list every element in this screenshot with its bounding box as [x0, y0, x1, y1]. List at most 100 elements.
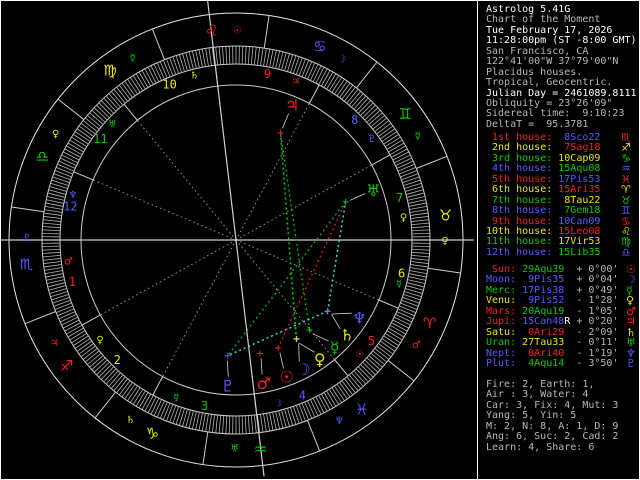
zodiac-sign-icon: ♒	[254, 441, 267, 459]
house-number: 9	[264, 67, 271, 81]
zodiac-sign-icon: ♉	[439, 207, 452, 225]
planet-row: Plut: 4Aqu14 - 3°50' ♇	[486, 356, 636, 370]
astrolog-window: ♈ ♂ ♉ ♀ ♊ ☿ ♋ ☽ ♌ ☉ ♍ ☿ ♎ ♀ ♏ ♇ ♐ ♃ ♑ ♄ ♒ ♅ ♓ ♆ 1 ♂ 2 ♀ 3 ☿ 4 ☽ 5 ☉ 6 ☿ 7 ♀ 8 ♇…	[0, 0, 640, 480]
sign-divider	[151, 28, 165, 60]
zodiac-sign-icon: ♊	[399, 105, 412, 123]
aspect-line	[327, 201, 347, 312]
glyph-connector	[282, 113, 290, 129]
house-ruler-icon: ♅	[108, 119, 117, 130]
planet-position-mark	[275, 345, 282, 352]
cusp-divider	[81, 314, 101, 326]
planet-position-mark	[306, 326, 313, 333]
glyph-connector	[350, 193, 366, 201]
glyph-connector	[331, 312, 352, 315]
cusp-divider	[334, 359, 349, 377]
house-number: 12	[63, 200, 77, 214]
glyph-connector	[260, 358, 263, 375]
zodiac-sign-icon: ♑	[146, 425, 159, 443]
sign-divider	[263, 15, 270, 49]
cusp-divider	[378, 299, 399, 309]
planet-glyph-icon: ☽	[296, 360, 310, 379]
planet-glyph-icon: ♄	[340, 325, 354, 344]
planet-position-mark	[257, 350, 264, 357]
zodiac-sign-icon: ♌	[205, 21, 218, 39]
zodiac-sign-icon: ♐	[60, 357, 73, 375]
glyph-connector	[299, 342, 315, 353]
house-row: 12th house: 15Lib35 ♎	[486, 245, 631, 259]
house-number: 1	[69, 275, 76, 289]
header-line: DeltaT = 95.3781	[486, 118, 589, 130]
element-stats: Fire: 2, Earth: 1, Air : 3, Water: 4 Car: …	[478, 379, 640, 453]
sign-divider	[416, 155, 448, 169]
sign-ruler-icon: ♀	[441, 236, 448, 247]
zodiac-sign-icon: ♋	[313, 37, 326, 55]
planet-icon: ♇	[626, 356, 636, 370]
house-cusp-line	[137, 120, 237, 241]
house-number: 7	[396, 191, 403, 205]
house-number: 11	[93, 132, 107, 146]
houses-list: 1st house: 8Sco22 ♏ 2nd house: 7Sag18 ♐ 3r…	[478, 132, 640, 259]
planet-position-mark	[293, 335, 300, 342]
house-ruler-icon: ☿	[396, 279, 402, 290]
house-number: 2	[114, 353, 121, 367]
planet-glyph-icon: ♀	[314, 350, 326, 369]
sign-divider	[307, 420, 321, 452]
house-number: 10	[162, 78, 176, 92]
planet-position-mark	[342, 198, 349, 205]
sign-ruler-icon: ♇	[23, 233, 32, 244]
zodiac-sign-icon: ♓	[355, 400, 368, 418]
sign-ruler-icon: ♂	[412, 340, 421, 351]
planet-glyph-icon: ♅	[366, 181, 380, 200]
house-cusp-line	[235, 239, 380, 301]
planet-glyph-icon: ♆	[352, 309, 366, 328]
sign-ruler-icon: ♀	[52, 129, 59, 140]
zodiac-sign-icon: ♍	[103, 62, 116, 80]
planet-glyph-icon: ♃	[285, 96, 299, 115]
house-cusp-line	[235, 239, 335, 360]
chart-wheel: ♈♂♉♀♊☿♋☽♌ ☉♍☿♎♀♏♇♐♃♑♄♒♅♓♆1♂2♀3☿ 4☽5☉6☿7♀8♇…	[0, 0, 474, 477]
house-ruler-icon: ♀	[96, 335, 103, 346]
sign-icon: ♎	[621, 245, 631, 259]
aspect-line	[279, 132, 298, 339]
sign-ruler-icon: ☽	[337, 54, 346, 65]
house-number: 5	[368, 334, 375, 348]
house-cusp-line	[100, 239, 237, 316]
sign-ruler-icon: ♄	[126, 415, 135, 426]
sign-divider	[57, 98, 85, 120]
sign-divider	[356, 61, 378, 89]
house-cusp-line	[92, 179, 237, 241]
sign-divider	[11, 206, 45, 213]
house-ruler-icon: ♂	[64, 257, 73, 268]
sign-divider	[24, 311, 56, 325]
chart-header: Astrolog 5.41G Chart of the Moment Tue Feb…	[478, 4, 640, 130]
glyph-connector	[226, 360, 229, 377]
planets-list: Sun: 29Aqu39 + 0°00' ☉ Moon: 9Pis35 + 0°04…	[478, 264, 640, 370]
house-ruler-icon: ♀	[400, 212, 407, 223]
sign-ruler-icon: ♃	[50, 338, 59, 349]
sign-divider	[202, 431, 209, 465]
zodiac-sign-icon: ♈	[423, 315, 436, 333]
info-panel: Astrolog 5.41G Chart of the Moment Tue Feb…	[477, 0, 640, 480]
glyph-connector	[279, 352, 284, 369]
planet-glyph-icon: ♂	[257, 374, 271, 393]
cusp-divider	[308, 84, 320, 104]
glyph-connector	[312, 333, 329, 342]
cusp-divider	[123, 103, 138, 121]
glyph-connector	[298, 343, 300, 362]
house-ruler-icon: ♄	[190, 71, 199, 82]
cusp-divider	[152, 376, 164, 396]
house-ruler-icon: ♃	[291, 76, 300, 87]
planet-glyph-icon: ☉	[279, 367, 293, 386]
sign-divider	[427, 267, 461, 274]
stats-line: Learn: 4, Share: 6	[486, 441, 595, 453]
planet-position-mark	[277, 129, 284, 136]
sign-ruler-icon: ♆	[335, 416, 344, 427]
cusp-divider	[371, 154, 391, 166]
house-ruler-icon: ☿	[173, 393, 179, 404]
planet-position-mark	[324, 307, 331, 314]
house-cusp-line	[235, 164, 372, 241]
sign-ruler-icon: ☿	[415, 131, 421, 142]
sign-ruler-icon: ☿	[130, 53, 136, 64]
house-ruler-icon: ♇	[367, 134, 376, 145]
house-ruler-icon: ☉	[355, 350, 364, 361]
